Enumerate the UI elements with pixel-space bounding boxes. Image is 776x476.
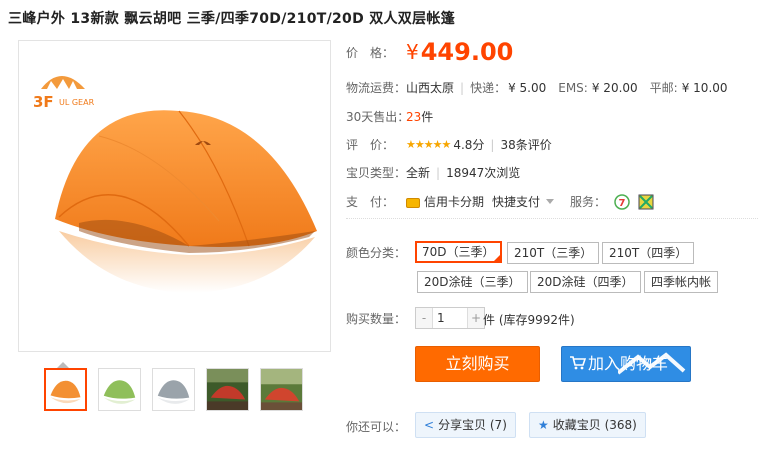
star-icon: ★ [538, 418, 549, 432]
reviews-link[interactable]: 38条评价 [500, 136, 551, 153]
quantity-decrease-button[interactable]: - [416, 308, 432, 328]
color-option-70d-three-season[interactable]: 70D（三季） ✓ [415, 241, 502, 263]
thumbnail-grey-tent[interactable] [152, 368, 195, 411]
color-option-four-season-inner-tent[interactable]: 四季帐内帐 [644, 271, 719, 293]
item-type-row: 宝贝类型： 全新 | 18947次浏览 [346, 165, 521, 181]
service-label: 服务： [570, 195, 607, 209]
divider [346, 218, 758, 219]
buy-now-button[interactable]: 立刻购买 [415, 346, 540, 382]
shipping-label: 物流运费： [346, 81, 407, 95]
color-option-210t-four-season[interactable]: 210T（四季） [602, 242, 695, 264]
color-option-20d-silicone-three-season[interactable]: 20D涂硅（三季） [417, 271, 528, 293]
sales-label: 30天售出： [346, 110, 410, 124]
quantity-stepper[interactable]: - + [415, 307, 485, 329]
item-type-label: 宝贝类型： [346, 166, 407, 180]
thumbnail-strip [44, 368, 303, 411]
payment-row: 支 付： 信用卡分期 快捷支付 服务： 7 [346, 193, 654, 210]
color-label: 颜色分类： [346, 246, 407, 260]
brand-logo: 3F UL GEAR [33, 76, 95, 111]
brand-logo-text: 3F [33, 93, 54, 111]
quick-pay-link[interactable]: 快捷支付 [492, 193, 540, 210]
color-option-210t-three-season[interactable]: 210T（三季） [507, 242, 600, 264]
item-condition: 全新 [406, 166, 431, 180]
rating-row: 评 价： ★★★★★ 4.8分 | 38条评价 [346, 136, 552, 153]
thumbnail-tent-outdoor-1[interactable] [206, 368, 249, 411]
ems-label: EMS: [558, 80, 588, 95]
shipping-row: 物流运费： 山西太原 | 快递： ¥ 5.00 EMS: ¥ 20.00 平邮:… [346, 80, 728, 96]
price-row: 价 格： ¥ 449.00 [346, 38, 513, 66]
sales-count: 23 [406, 109, 422, 124]
payment-label: 支 付： [346, 195, 395, 209]
thumbnail-green-tent[interactable] [98, 368, 141, 411]
brand-logo-subtext: UL GEAR [59, 98, 95, 107]
color-option-20d-silicone-four-season[interactable]: 20D涂硅（四季） [530, 271, 641, 293]
thumbnail-orange-tent[interactable] [44, 368, 87, 411]
add-to-cart-button[interactable]: 加入购物车 [561, 346, 691, 382]
selected-check-icon: ✓ [493, 250, 501, 259]
quantity-label: 购买数量： [346, 312, 407, 326]
quantity-increase-button[interactable]: + [468, 308, 484, 328]
stock-info: 件 (库存9992件) [483, 313, 575, 327]
credit-guarantee-icon[interactable] [638, 194, 654, 210]
credit-card-icon [406, 197, 420, 208]
mail-fee: ¥ 10.00 [681, 80, 728, 95]
stock-row: 件 (库存9992件) [483, 311, 575, 328]
main-product-image[interactable]: 3F UL GEAR [18, 40, 331, 352]
sales-row: 30天售出： 23 件 [346, 108, 433, 125]
sales-unit: 件 [421, 110, 434, 124]
dropdown-arrow-icon[interactable] [546, 199, 555, 204]
share-icon: < [424, 418, 435, 432]
svg-text:7: 7 [619, 198, 626, 209]
quantity-input[interactable] [432, 308, 468, 328]
rating-stars-icon: ★★★★★ [406, 138, 451, 151]
share-label: 你还可以： [346, 420, 407, 434]
mail-label: 平邮: [649, 81, 678, 95]
price-label: 价 格： [346, 45, 395, 60]
thumbnail-tent-outdoor-2[interactable] [260, 368, 303, 411]
shipping-origin: 山西太原 [406, 81, 455, 95]
credit-installment-link[interactable]: 信用卡分期 [424, 193, 484, 210]
express-fee: ¥ 5.00 [508, 80, 547, 95]
seven-day-return-icon[interactable]: 7 [614, 193, 630, 210]
product-title: 三峰户外 13新款 飘云胡吧 三季/四季70D/210T/20D 双人双层帐篷 [8, 11, 455, 27]
price-value: 449.00 [420, 38, 514, 66]
price-symbol: ¥ [406, 40, 419, 64]
quantity-row: 购买数量： [346, 310, 406, 327]
rating-score: 4.8分 [453, 138, 485, 152]
tent-image: 3F UL GEAR [33, 76, 317, 293]
ems-fee: ¥ 20.00 [591, 80, 638, 95]
share-item-button[interactable]: < 分享宝贝 (7) [415, 412, 516, 438]
rating-label: 评 价： [346, 138, 395, 152]
cart-icon [570, 356, 586, 370]
express-label: 快递： [470, 81, 507, 95]
item-views: 18947次浏览 [446, 166, 521, 180]
favorite-item-button[interactable]: ★ 收藏宝贝 (368) [529, 412, 646, 438]
color-label-row: 颜色分类： [346, 244, 406, 261]
watermark-graphic [618, 352, 686, 375]
share-row: 你还可以： [346, 418, 406, 435]
